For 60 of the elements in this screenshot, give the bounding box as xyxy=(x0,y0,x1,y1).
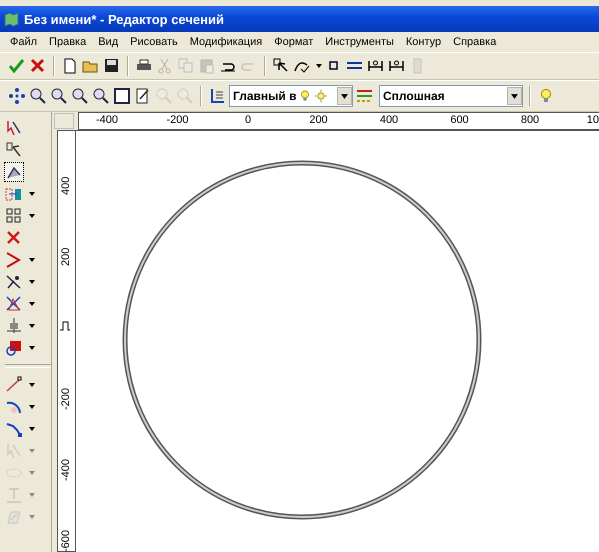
ruler-label: -400 xyxy=(96,114,118,126)
window-title: Без имени* - Редактор сечений xyxy=(24,12,224,26)
menu-item[interactable]: Контур xyxy=(400,36,448,48)
intersect-icon[interactable] xyxy=(5,294,23,312)
ruler-label: 200 xyxy=(59,246,73,268)
ruler-label: -200 xyxy=(59,386,73,412)
caret-icon[interactable] xyxy=(29,404,35,408)
delete-icon[interactable] xyxy=(5,228,23,246)
caret-icon[interactable] xyxy=(29,192,35,196)
select-icon[interactable] xyxy=(5,140,23,158)
line-style-icon[interactable] xyxy=(356,87,374,105)
caret-icon[interactable] xyxy=(316,64,322,68)
save-icon[interactable] xyxy=(103,57,121,75)
check-icon[interactable] xyxy=(8,57,26,75)
menu-item[interactable]: Формат xyxy=(268,36,320,48)
map-icon xyxy=(4,12,19,26)
caret-icon[interactable] xyxy=(29,258,35,262)
ruler-label: 10 xyxy=(586,114,599,126)
origin-marker-icon xyxy=(60,321,70,331)
axes-icon[interactable] xyxy=(208,87,226,105)
menu-item[interactable]: Справка xyxy=(447,36,502,48)
caret-icon[interactable] xyxy=(29,346,35,350)
zoom-icon[interactable] xyxy=(29,87,47,105)
angle-icon[interactable] xyxy=(5,250,23,268)
zoom-icon[interactable] xyxy=(92,87,110,105)
menu-item[interactable]: Рисовать xyxy=(124,36,184,48)
fill-icon[interactable] xyxy=(5,338,23,356)
caret-icon[interactable] xyxy=(29,280,35,284)
line-type-dropdown[interactable]: Сплошная xyxy=(379,85,523,107)
ruler-label: -200 xyxy=(166,114,189,126)
caret-icon[interactable] xyxy=(29,382,35,386)
ruler-label: 400 xyxy=(59,176,73,198)
caret-icon[interactable] xyxy=(29,324,35,328)
line-icon[interactable] xyxy=(5,376,23,394)
zoom-icon[interactable] xyxy=(50,87,68,105)
ruler-label: -600 xyxy=(59,528,73,552)
frame-icon[interactable] xyxy=(113,87,131,105)
menu-item[interactable]: Инструменты xyxy=(319,36,400,48)
line-type-value: Сплошная xyxy=(382,89,445,103)
ruler-label: 200 xyxy=(309,114,328,126)
menu-item[interactable]: Файл xyxy=(4,36,44,48)
menu-item[interactable]: Правка xyxy=(43,36,92,48)
caret-icon[interactable] xyxy=(29,302,35,306)
menu-item[interactable]: Вид xyxy=(92,36,124,48)
ruler-label: -400 xyxy=(59,458,73,483)
ruler-corner xyxy=(54,113,74,129)
layer-name: Главный в xyxy=(232,89,296,103)
caret-icon[interactable] xyxy=(29,426,35,430)
ruler-label: 400 xyxy=(380,114,398,126)
circle-shape[interactable] xyxy=(121,159,483,521)
menu-item[interactable]: Модификация xyxy=(184,36,268,48)
ruler-label: 0 xyxy=(244,114,252,126)
ruler-label: 800 xyxy=(520,114,540,126)
move-icon[interactable] xyxy=(8,87,26,105)
ruler-label: 600 xyxy=(450,114,469,126)
sun-icon xyxy=(314,89,328,103)
zoom-icon[interactable] xyxy=(71,87,89,105)
close-icon[interactable] xyxy=(29,57,47,75)
caret-icon[interactable] xyxy=(29,214,35,218)
layer-dropdown[interactable]: Главный в xyxy=(229,85,353,107)
